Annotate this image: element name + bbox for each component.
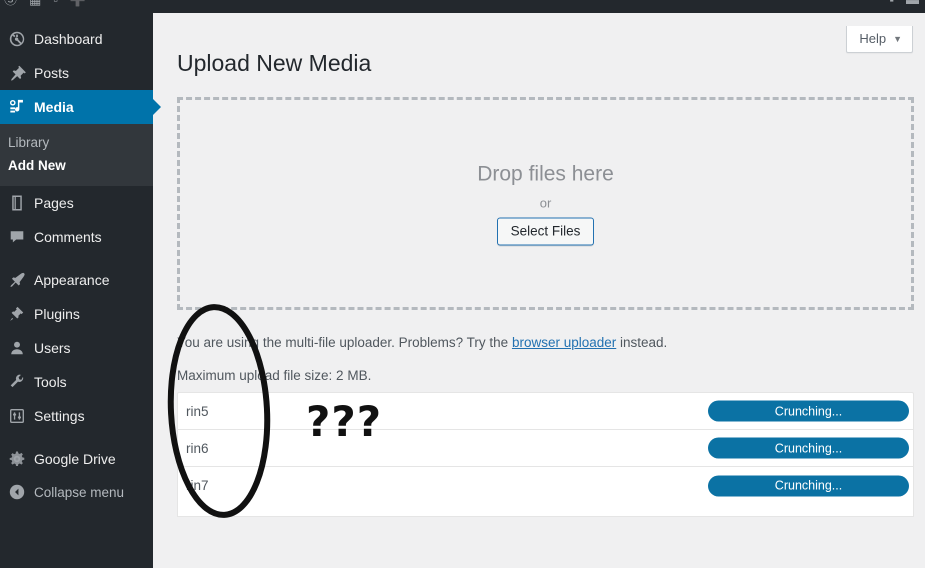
- collapse-arrow-icon: [8, 483, 34, 501]
- sidebar-spacer-top: [0, 13, 153, 22]
- sidebar-item-appearance[interactable]: Appearance: [0, 263, 153, 297]
- sidebar-item-tools[interactable]: Tools: [0, 365, 153, 399]
- dashboard-icon: [8, 30, 34, 48]
- media-icon: [8, 98, 34, 116]
- sidebar-item-pages[interactable]: Pages: [0, 186, 153, 220]
- uploader-note-suffix: instead.: [616, 335, 668, 350]
- sidebar-item-label: Posts: [34, 65, 70, 81]
- admin-sidebar: Dashboard Posts Media Library Add New Pa…: [0, 13, 161, 568]
- sidebar-item-label: Settings: [34, 408, 85, 424]
- drop-files-heading: Drop files here: [477, 162, 614, 185]
- users-icon: [8, 339, 34, 357]
- upload-progress-bar: Crunching...: [708, 475, 909, 496]
- sidebar-item-label: Plugins: [34, 306, 80, 322]
- main-content: Help ▼ Upload New Media Drop files here …: [153, 13, 925, 568]
- upload-list: rin5 Crunching... rin6 Crunching... rin7…: [177, 392, 914, 505]
- sidebar-item-media[interactable]: Media: [0, 90, 161, 124]
- upload-filename: rin5: [186, 403, 209, 419]
- drop-or-label: or: [539, 195, 552, 210]
- appearance-icon: [8, 271, 34, 289]
- media-submenu: Library Add New: [0, 124, 153, 186]
- annotation-question-marks: ???: [306, 397, 383, 446]
- sidebar-spacer-mid: [0, 254, 153, 263]
- upload-progress-bar: Crunching...: [708, 400, 909, 422]
- screen: Ⓢ ▦ ▫ ➕ ▪ ▬: [0, 0, 925, 568]
- sidebar-item-label: Google Drive: [34, 451, 116, 467]
- upload-filename: rin6: [186, 440, 209, 456]
- sidebar-item-plugins[interactable]: Plugins: [0, 297, 153, 331]
- upload-list-footer: [177, 503, 914, 517]
- site-name-icon[interactable]: ▦: [29, 0, 41, 13]
- gear-icon: [8, 450, 34, 468]
- comments-icon: [8, 228, 34, 246]
- upload-row: rin6 Crunching...: [178, 430, 913, 467]
- plugins-icon: [8, 305, 34, 323]
- chevron-down-icon: ▼: [893, 33, 902, 44]
- sidebar-item-label: Users: [34, 340, 71, 356]
- pin-icon: [8, 64, 34, 82]
- tools-icon: [8, 373, 34, 391]
- upload-filename: rin7: [186, 478, 209, 493]
- browser-uploader-link[interactable]: browser uploader: [512, 335, 616, 350]
- sidebar-item-comments[interactable]: Comments: [0, 220, 153, 254]
- upload-row: rin7 Crunching...: [178, 467, 913, 504]
- sidebar-item-posts[interactable]: Posts: [0, 56, 153, 90]
- wordpress-logo-icon[interactable]: Ⓢ: [4, 0, 17, 13]
- collapse-menu-label: Collapse menu: [34, 484, 125, 500]
- upload-row: rin5 Crunching...: [178, 393, 913, 430]
- sidebar-item-label: Dashboard: [34, 31, 103, 47]
- uploader-note-prefix: You are using the multi-file uploader. P…: [177, 335, 512, 350]
- sidebar-item-library[interactable]: Library: [0, 131, 153, 154]
- sidebar-item-google-drive[interactable]: Google Drive: [0, 442, 153, 476]
- select-files-button[interactable]: Select Files: [496, 217, 595, 245]
- page-title: Upload New Media: [177, 50, 372, 76]
- sidebar-item-users[interactable]: Users: [0, 331, 153, 365]
- drop-zone-inner: Drop files here or Select Files: [180, 162, 911, 245]
- sidebar-item-dashboard[interactable]: Dashboard: [0, 22, 153, 56]
- sidebar-item-add-new[interactable]: Add New: [0, 154, 153, 177]
- drop-zone[interactable]: Drop files here or Select Files: [177, 97, 914, 310]
- upload-progress-bar: Crunching...: [708, 437, 909, 459]
- comments-bubble-icon[interactable]: ▫: [53, 0, 58, 13]
- sidebar-item-label: Comments: [34, 229, 102, 245]
- admin-bar: Ⓢ ▦ ▫ ➕ ▪ ▬: [0, 0, 925, 13]
- sidebar-item-label: Appearance: [34, 272, 110, 288]
- help-label: Help: [859, 31, 887, 46]
- help-button[interactable]: Help ▼: [846, 26, 913, 53]
- admin-bar-left: Ⓢ ▦ ▫ ➕: [4, 0, 86, 13]
- collapse-menu-button[interactable]: Collapse menu: [0, 476, 153, 508]
- max-upload-size-note: Maximum upload file size: 2 MB.: [177, 368, 372, 383]
- sidebar-spacer-bottom: [0, 433, 153, 442]
- admin-bar-right: ▪ ▬: [889, 0, 919, 13]
- sidebar-item-label: Pages: [34, 195, 74, 211]
- pages-icon: [8, 194, 34, 212]
- uploader-note: You are using the multi-file uploader. P…: [177, 335, 667, 350]
- settings-icon: [8, 407, 34, 425]
- new-content-icon[interactable]: ➕: [70, 0, 86, 13]
- sidebar-item-label: Media: [34, 99, 74, 115]
- howdy-user[interactable]: ▪: [889, 0, 894, 13]
- sidebar-item-settings[interactable]: Settings: [0, 399, 153, 433]
- avatar[interactable]: ▬: [906, 0, 919, 13]
- sidebar-item-label: Tools: [34, 374, 67, 390]
